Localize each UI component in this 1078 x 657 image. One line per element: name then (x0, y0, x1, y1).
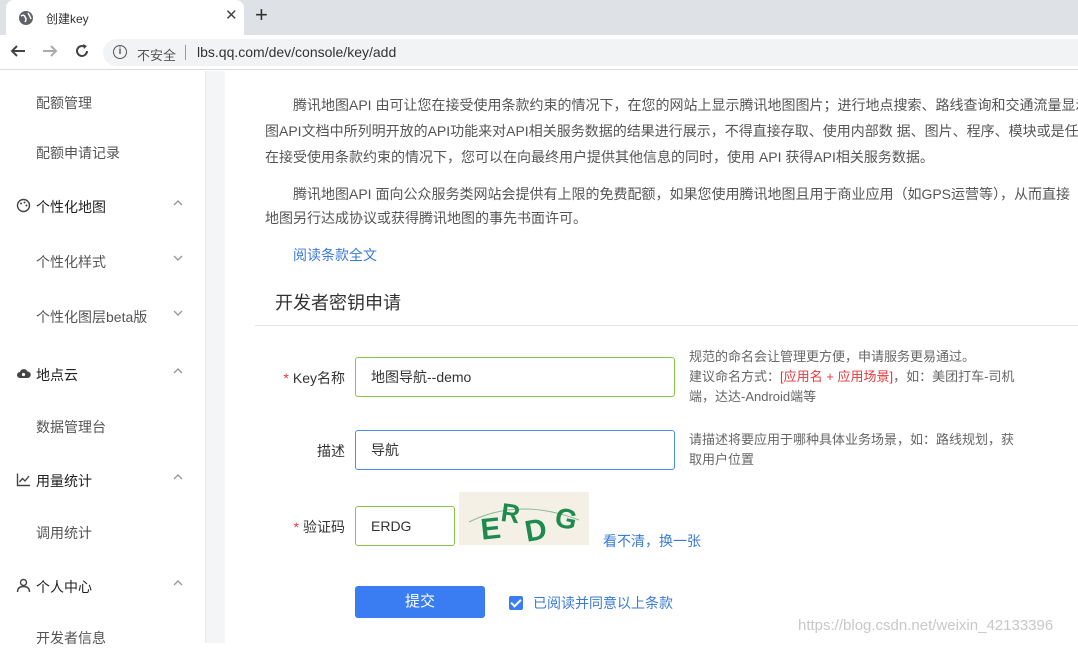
chevron-down-icon (172, 307, 184, 322)
key-name-input[interactable]: 地图导航--demo (355, 357, 675, 397)
security-status[interactable]: 不安全 (137, 45, 176, 64)
main-content: 腾讯地图API 由可让您在接受使用条款约束的情况下，在您的网站上显示腾讯地图图片… (225, 71, 1078, 643)
divider (255, 325, 1078, 326)
captcha-image[interactable]: E R D G (459, 492, 589, 549)
sidebar-item-developer-info[interactable]: 开发者信息 (0, 617, 206, 657)
sidebar-item-label: 个性化地图 (36, 199, 106, 215)
palette-icon (16, 198, 31, 213)
description-hint: 请描述将要应用于哪种具体业务场景，如：路线规划，获 取用户位置 (689, 432, 1015, 467)
sidebar-item-label: 调用统计 (36, 525, 92, 541)
terms-text: 腾讯地图API 面向公众服务类网站会提供有上限的免费配额，如果您使用腾讯地图且用… (293, 186, 1071, 202)
chevron-up-icon (172, 365, 184, 380)
forward-icon[interactable] (42, 43, 58, 62)
sidebar-item-label: 数据管理台 (36, 419, 106, 435)
sidebar-item-quota-records[interactable]: 配额申请记录 (0, 132, 206, 172)
close-tab-icon[interactable]: ✕ (225, 8, 238, 23)
refresh-captcha-link[interactable]: 看不清，换一张 (603, 531, 701, 551)
terms-text: 在接受使用条款约束的情况下，您可以在向最终用户提供其他信息的同时，使用 API … (265, 149, 934, 165)
sidebar-item-quota[interactable]: 配额管理 (0, 82, 206, 122)
info-icon[interactable]: i (113, 45, 127, 59)
address-bar[interactable]: i 不安全 lbs.qq.com/dev/console/key/add (103, 39, 1078, 66)
sidebar-group-account[interactable]: 个人中心 (0, 566, 206, 606)
user-icon (16, 578, 31, 593)
sidebar-item-custom-layer[interactable]: 个性化图层beta版 (0, 296, 206, 336)
description-input[interactable]: 导航 (355, 430, 675, 470)
browser-tab[interactable]: 创建key ✕ (6, 0, 244, 35)
sidebar-group-place-cloud[interactable]: 地点云 (0, 354, 206, 394)
divider (185, 45, 186, 60)
sidebar-item-label: 配额申请记录 (36, 145, 120, 161)
sidebar-item-label: 个人中心 (36, 579, 92, 595)
back-icon[interactable] (10, 43, 26, 62)
read-terms-link[interactable]: 阅读条款全文 (293, 245, 377, 265)
sidebar-item-label: 个性化图层beta版 (36, 309, 148, 325)
required-mark: * (293, 519, 299, 535)
agree-label[interactable]: 已阅读并同意以上条款 (533, 593, 673, 613)
sidebar-item-label: 个性化样式 (36, 254, 106, 270)
section-title: 开发者密钥申请 (275, 293, 401, 313)
terms-text: 腾讯地图API 由可让您在接受使用条款约束的情况下，在您的网站上显示腾讯地图图片… (293, 97, 1078, 113)
tab-strip: 创建key ✕ + (0, 0, 1078, 35)
chevron-up-icon (172, 197, 184, 212)
key-name-hint: 规范的命名会让管理更方便，申请服务更易通过。 建议命名方式：[应用名 + 应用场… (689, 349, 1015, 404)
terms-text: 地图另行达成协议或获得腾讯地图的事先书面许可。 (265, 210, 587, 226)
agree-checkbox[interactable] (509, 596, 523, 610)
toolbar: i 不安全 lbs.qq.com/dev/console/key/add (0, 35, 1078, 70)
sidebar-gutter (206, 71, 225, 643)
svg-text:D: D (522, 513, 549, 545)
svg-text:E: E (479, 512, 502, 545)
chevron-up-icon (172, 577, 184, 592)
cloud-icon (16, 366, 31, 381)
sidebar-item-label: 地点云 (36, 367, 78, 383)
chevron-up-icon (172, 471, 184, 486)
sidebar-group-usage[interactable]: 用量统计 (0, 460, 206, 500)
line-chart-icon (16, 472, 31, 487)
sidebar-item-data-console[interactable]: 数据管理台 (0, 406, 206, 446)
new-tab-button[interactable]: + (255, 4, 268, 26)
key-name-label: * Key名称 (283, 370, 345, 386)
chevron-down-icon (172, 252, 184, 267)
sidebar-item-custom-style[interactable]: 个性化样式 (0, 241, 206, 281)
sidebar-item-label: 用量统计 (36, 473, 92, 489)
description-label: 描述 (317, 443, 345, 459)
submit-button[interactable]: 提交 (355, 586, 485, 618)
svg-text:R: R (499, 497, 522, 529)
required-mark: * (283, 370, 289, 386)
terms-text: 图API文档中所列明开放的API功能来对API相关服务数据的结果进行展示，不得直… (265, 123, 1078, 139)
sidebar-item-label: 配额管理 (36, 95, 92, 111)
sidebar-item-label: 开发者信息 (36, 630, 106, 646)
captcha-input[interactable]: ERDG (355, 506, 455, 546)
captcha-label: * 验证码 (293, 519, 345, 535)
watermark: https://blog.csdn.net/weixin_42133396 (798, 617, 1054, 634)
sidebar-group-custom-map[interactable]: 个性化地图 (0, 186, 206, 226)
tab-title: 创建key (46, 12, 89, 26)
reload-icon[interactable] (74, 43, 90, 62)
sidebar: 配额管理 配额申请记录 个性化地图 个性化样式 个性化图层beta版 地点云 数… (0, 71, 206, 646)
url-text[interactable]: lbs.qq.com/dev/console/key/add (197, 44, 396, 60)
globe-icon (18, 10, 34, 31)
sidebar-item-call-stats[interactable]: 调用统计 (0, 512, 206, 552)
